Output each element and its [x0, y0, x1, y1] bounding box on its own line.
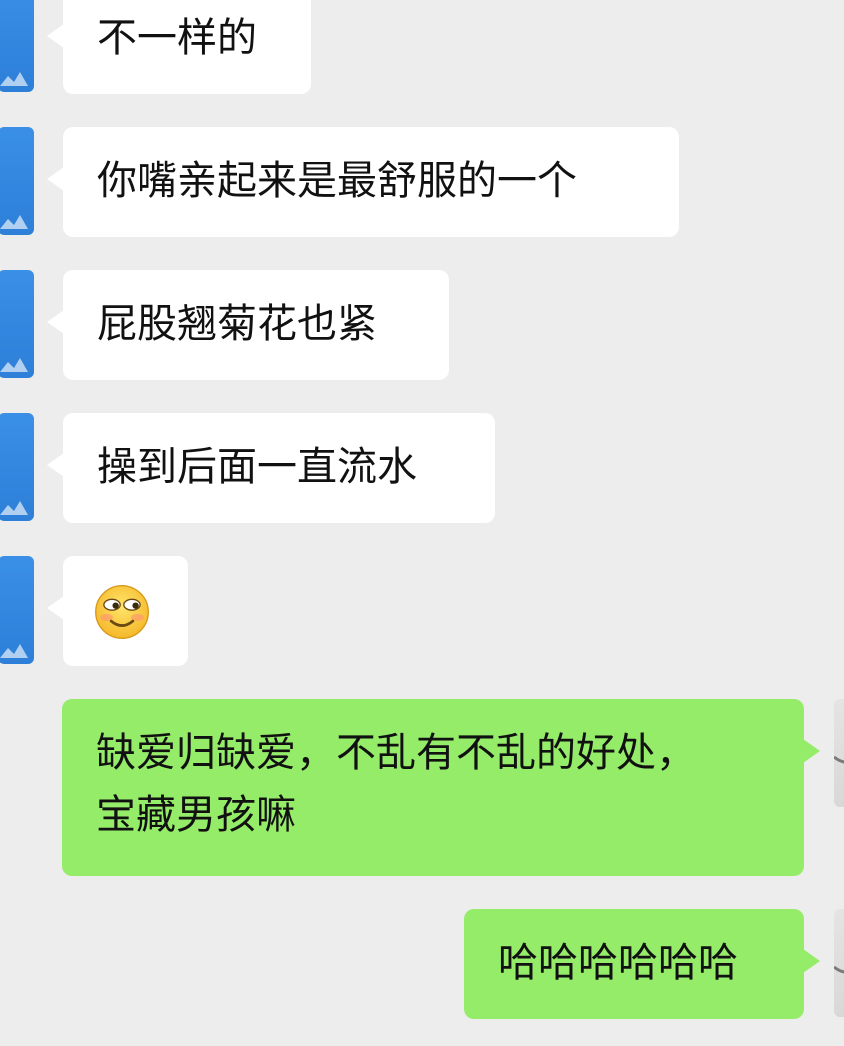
contact-avatar[interactable]	[0, 556, 34, 664]
message-text: 哈哈哈哈哈哈	[498, 940, 738, 986]
contact-avatar[interactable]	[0, 413, 34, 521]
message-text: 操到后面一直流水	[97, 444, 417, 490]
self-avatar[interactable]	[834, 699, 844, 807]
message-text-line-1: 缺爱归缺爱，不乱有不乱的好处，	[96, 730, 696, 776]
contact-avatar[interactable]	[0, 127, 34, 235]
avatar-image-icon	[0, 358, 28, 372]
contact-avatar[interactable]	[0, 0, 34, 92]
message-text: 屁股翘菊花也紧	[97, 301, 377, 347]
message-bubble-outgoing[interactable]: 缺爱归缺爱，不乱有不乱的好处， 宝藏男孩嘛	[62, 699, 820, 876]
message-text: 不一样的	[97, 15, 257, 61]
contact-avatar[interactable]	[0, 270, 34, 378]
message-bubble-incoming[interactable]: 屁股翘菊花也紧	[47, 270, 449, 380]
message-bubble-incoming[interactable]: 你嘴亲起来是最舒服的一个	[47, 127, 679, 237]
message-text-line-2: 宝藏男孩嘛	[96, 792, 296, 838]
message-bubble-incoming[interactable]: 操到后面一直流水	[47, 413, 495, 523]
smirk-emoji-icon	[95, 585, 149, 639]
message-text: 你嘴亲起来是最舒服的一个	[97, 158, 577, 204]
chat-window: 不一样的 你嘴亲起来是最舒服的一个 屁股翘菊花也紧 操到后面一直流水 缺爱归缺爱…	[0, 0, 844, 1046]
avatar-image-icon	[834, 965, 844, 974]
message-bubble-incoming[interactable]	[47, 556, 188, 666]
avatar-image-icon	[834, 755, 844, 764]
avatar-image-icon	[0, 501, 28, 515]
message-bubble-outgoing[interactable]: 哈哈哈哈哈哈	[464, 909, 820, 1019]
self-avatar[interactable]	[834, 909, 844, 1017]
avatar-image-icon	[0, 72, 28, 86]
message-bubble-incoming[interactable]: 不一样的	[47, 0, 311, 94]
avatar-image-icon	[0, 215, 28, 229]
avatar-image-icon	[0, 644, 28, 658]
